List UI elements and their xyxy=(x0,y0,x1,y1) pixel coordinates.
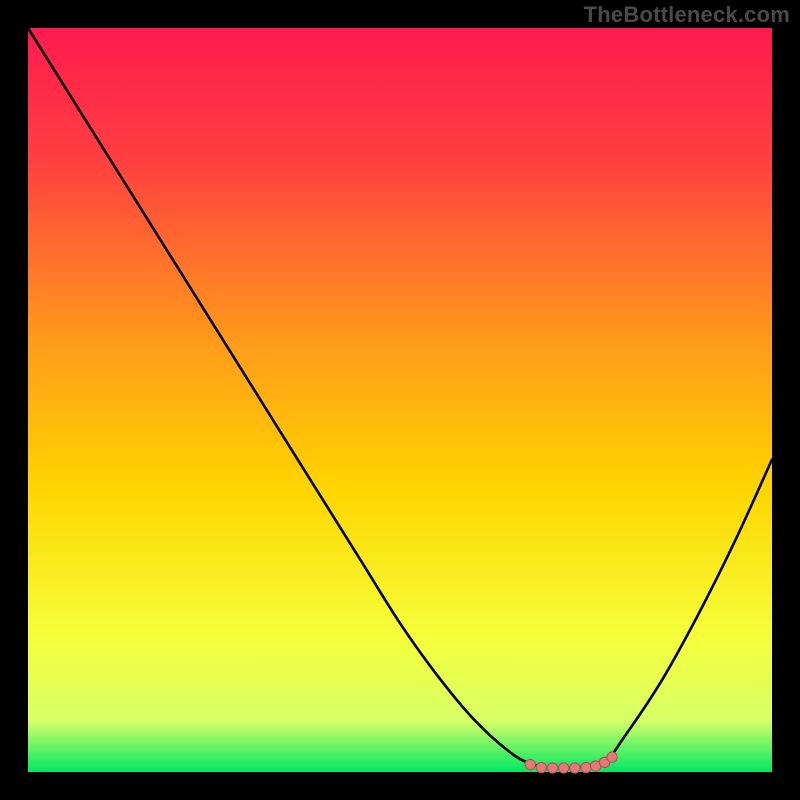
data-dot xyxy=(581,762,591,772)
data-dot xyxy=(525,759,535,769)
chart-frame: { "watermark": "TheBottleneck.com", "col… xyxy=(0,0,800,800)
data-dot xyxy=(536,762,546,772)
watermark-text: TheBottleneck.com xyxy=(584,2,790,28)
data-dot xyxy=(570,763,580,773)
plot-background xyxy=(28,28,772,772)
data-dot xyxy=(607,752,617,762)
chart-svg xyxy=(0,0,800,800)
data-dot xyxy=(547,763,557,773)
data-dot xyxy=(558,763,568,773)
